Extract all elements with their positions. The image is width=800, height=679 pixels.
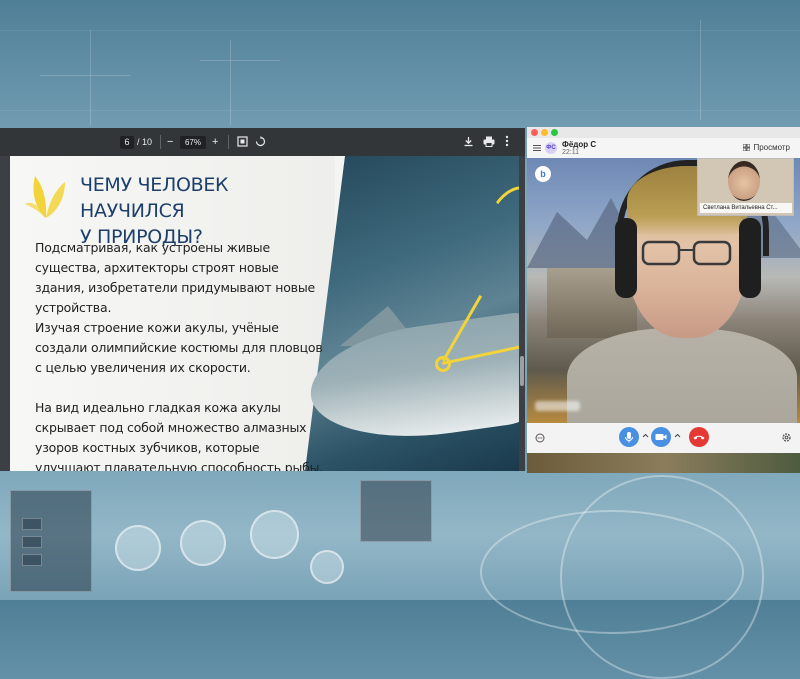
more-vertical-icon: [505, 135, 509, 147]
page-total: / 10: [137, 137, 153, 147]
window-titlebar: [527, 127, 800, 138]
print-icon: [483, 136, 495, 147]
close-window-button[interactable]: [531, 129, 538, 136]
highlight-point: [435, 356, 451, 372]
slide-title-line1: ЧЕМУ ЧЕЛОВЕК НАУЧИЛСЯ: [80, 174, 229, 222]
print-button[interactable]: [483, 136, 495, 151]
glasses-shape: [641, 240, 732, 266]
pdf-toolbar: 6 / 10 − 67% +: [0, 128, 525, 156]
blurred-label: [535, 401, 580, 411]
leaf-logo-icon: [25, 176, 65, 218]
page-number-input[interactable]: 6: [120, 136, 134, 149]
download-icon: [464, 137, 473, 147]
gear-icon[interactable]: [781, 432, 792, 443]
scrollbar-thumb[interactable]: [520, 356, 524, 386]
chevron-up-icon: [642, 433, 649, 438]
avatar: ФС: [545, 142, 557, 154]
camera-button[interactable]: [651, 427, 671, 447]
participant-face: [728, 161, 760, 201]
view-mode-button[interactable]: Просмотр: [743, 143, 790, 152]
microphone-icon: [625, 432, 633, 443]
app-badge: b: [535, 166, 551, 182]
participant-thumbnail[interactable]: Светлана Витальевна Ст...: [697, 158, 794, 216]
grid-icon: [743, 144, 751, 151]
call-controls: [527, 423, 800, 453]
camera-options-chevron[interactable]: [674, 433, 681, 440]
microphone-options-chevron[interactable]: [642, 433, 649, 440]
view-mode-label: Просмотр: [753, 143, 790, 152]
chevron-up-icon: [674, 433, 681, 438]
phone-hangup-icon: [693, 435, 705, 440]
zoom-in-button[interactable]: +: [212, 135, 218, 149]
background-dashboard: [0, 470, 800, 679]
zoom-out-button[interactable]: −: [167, 135, 173, 149]
video-call-window: ФС Фёдор С 22:11 Просмотр b Светлана Вит…: [527, 127, 800, 473]
participant-name: Светлана Витальевна Ст...: [700, 203, 792, 213]
download-button[interactable]: [463, 136, 474, 151]
pdf-left-gutter: [0, 156, 10, 471]
slide-paragraph: На вид идеально гладкая кожа акулы скрыв…: [35, 400, 324, 471]
call-header: ФС Фёдор С 22:11 Просмотр: [527, 138, 800, 159]
call-time: 22:11: [562, 149, 579, 156]
desktop-strip: [527, 453, 800, 473]
rotate-button[interactable]: [255, 136, 266, 151]
more-options-button[interactable]: [505, 135, 509, 151]
chat-icon[interactable]: [535, 433, 545, 443]
person-shirt: [567, 328, 797, 423]
headphone-left: [615, 218, 637, 298]
slide-paragraph: Изучая строение кожи акулы, учёные созда…: [35, 320, 323, 375]
zoom-level-input[interactable]: 67%: [180, 136, 206, 149]
slide-paragraph: Подсматривая, как устроены живые существ…: [35, 240, 315, 315]
fit-page-icon: [237, 136, 248, 147]
hang-up-button[interactable]: [689, 427, 709, 447]
fit-page-button[interactable]: [237, 136, 248, 151]
pdf-scrollbar[interactable]: [519, 156, 525, 471]
maximize-window-button[interactable]: [551, 129, 558, 136]
pdf-viewer: 6 / 10 − 67% + ЧЕМУ ЧЕЛОВЕК НАУЧИЛСЯ У П…: [0, 128, 525, 471]
camera-icon: [655, 434, 667, 440]
slide-page: ЧЕМУ ЧЕЛОВЕК НАУЧИЛСЯ У ПРИРОДЫ? Подсмат…: [10, 156, 519, 471]
rotate-icon: [255, 136, 266, 147]
microphone-button[interactable]: [619, 427, 639, 447]
caller-name: Фёдор С: [562, 140, 597, 149]
menu-icon[interactable]: [533, 144, 541, 152]
minimize-window-button[interactable]: [541, 129, 548, 136]
headphone-right: [739, 218, 761, 298]
